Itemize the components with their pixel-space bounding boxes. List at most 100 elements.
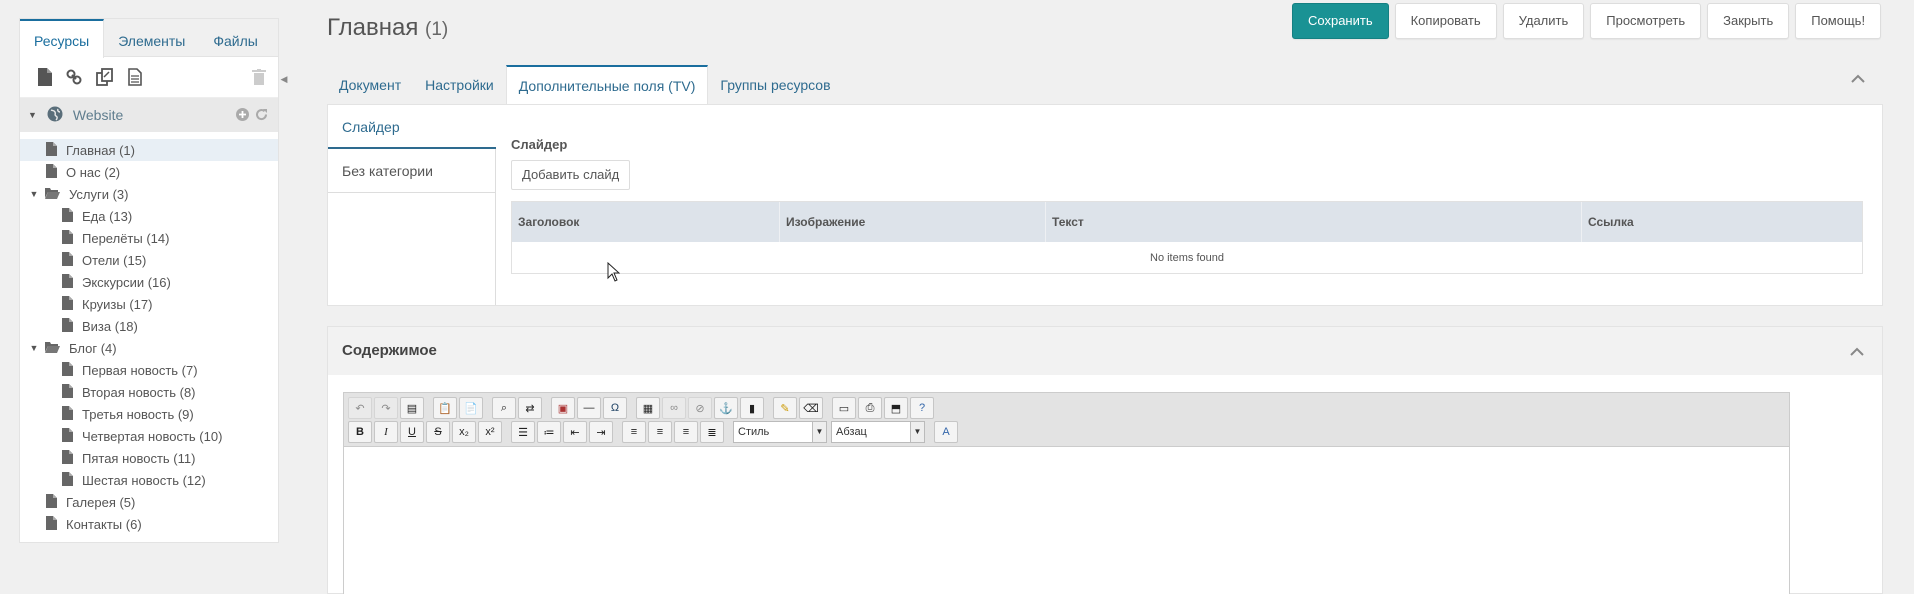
- style-select[interactable]: Стиль ▼: [733, 421, 827, 443]
- tree-node[interactable]: Еда (13): [20, 205, 278, 227]
- bold-icon[interactable]: B: [348, 421, 372, 443]
- tree-node[interactable]: Первая новость (7): [20, 359, 278, 381]
- indent-icon[interactable]: ⇥: [589, 421, 613, 443]
- select-all-icon[interactable]: ▤: [400, 397, 424, 419]
- add-resource-icon[interactable]: [236, 108, 249, 124]
- new-document-icon[interactable]: [38, 68, 52, 86]
- content-header[interactable]: Содержимое: [328, 327, 1882, 375]
- code-icon[interactable]: ▭: [832, 397, 856, 419]
- trash-icon[interactable]: [252, 69, 266, 86]
- help-icon[interactable]: ?: [910, 397, 934, 419]
- tree-node[interactable]: Третья новость (9): [20, 403, 278, 425]
- insert-image-icon[interactable]: ▦: [636, 397, 660, 419]
- tab-elements[interactable]: Элементы: [104, 19, 199, 56]
- help-button[interactable]: Помощь!: [1795, 3, 1882, 39]
- tab-resources[interactable]: Ресурсы: [20, 19, 105, 58]
- underline-icon[interactable]: U: [400, 421, 424, 443]
- editor-body[interactable]: [344, 447, 1789, 594]
- refresh-icon[interactable]: [255, 108, 268, 124]
- tree-node[interactable]: Экскурсии (16): [20, 271, 278, 293]
- remove-format-icon[interactable]: ⌫: [799, 397, 823, 419]
- tree-node[interactable]: О нас (2): [20, 161, 278, 183]
- subscript-icon[interactable]: x₂: [452, 421, 476, 443]
- align-left-icon[interactable]: ≡: [622, 421, 646, 443]
- tab-document[interactable]: Документ: [327, 65, 413, 105]
- expand-caret-icon[interactable]: ▼: [29, 343, 39, 353]
- tab-settings[interactable]: Настройки: [413, 65, 506, 105]
- italic-icon[interactable]: I: [374, 421, 398, 443]
- fullscreen-icon[interactable]: ⬒: [884, 397, 908, 419]
- horizontal-rule-icon[interactable]: —: [577, 397, 601, 419]
- tree-node[interactable]: Отели (15): [20, 249, 278, 271]
- bullet-list-icon[interactable]: ☰: [511, 421, 535, 443]
- tree-folder[interactable]: ▼ Услуги (3): [20, 183, 278, 205]
- anchor-icon[interactable]: ⚓: [714, 397, 738, 419]
- column-header-title[interactable]: Заголовок: [512, 202, 780, 242]
- superscript-icon[interactable]: x²: [478, 421, 502, 443]
- align-center-icon[interactable]: ≡: [648, 421, 672, 443]
- column-header-image[interactable]: Изображение: [780, 202, 1046, 242]
- special-char-icon[interactable]: Ω: [603, 397, 627, 419]
- slides-grid: Заголовок Изображение Текст Ссылка No it…: [511, 201, 1863, 274]
- save-button[interactable]: Сохранить: [1292, 3, 1389, 39]
- static-resource-icon[interactable]: [128, 68, 142, 86]
- tab-resource-groups[interactable]: Группы ресурсов: [708, 65, 842, 105]
- align-justify-icon[interactable]: ≣: [700, 421, 724, 443]
- tree-node[interactable]: Перелёты (14): [20, 227, 278, 249]
- tree-node[interactable]: Круизы (17): [20, 293, 278, 315]
- replace-icon[interactable]: ⇄: [518, 397, 542, 419]
- preview-button[interactable]: Просмотреть: [1590, 3, 1702, 39]
- image-icon[interactable]: ▣: [551, 397, 575, 419]
- paste-word-icon[interactable]: 📄: [459, 397, 483, 419]
- tv-category-slider[interactable]: Слайдер: [328, 105, 496, 149]
- column-header-text[interactable]: Текст: [1046, 202, 1582, 242]
- document-icon: [62, 383, 73, 401]
- redo-icon[interactable]: ↷: [374, 397, 398, 419]
- strikethrough-icon[interactable]: S: [426, 421, 450, 443]
- unlink-icon[interactable]: ⊘: [688, 397, 712, 419]
- tree-folder[interactable]: ▼ Блог (4): [20, 337, 278, 359]
- collapse-caret-icon[interactable]: ▼: [28, 110, 37, 120]
- format-select[interactable]: Абзац ▼: [831, 421, 925, 443]
- tree-node[interactable]: Галерея (5): [20, 491, 278, 513]
- add-slide-button[interactable]: Добавить слайд: [511, 160, 631, 190]
- paste-text-icon[interactable]: 📋: [433, 397, 457, 419]
- tab-tvs[interactable]: Дополнительные поля (TV): [505, 65, 709, 106]
- tree-node[interactable]: Шестая новость (12): [20, 469, 278, 491]
- context-root-website[interactable]: ▼ Website: [20, 98, 278, 132]
- context-actions: [236, 108, 268, 124]
- tab-files[interactable]: Файлы: [199, 19, 271, 56]
- tree-node[interactable]: Виза (18): [20, 315, 278, 337]
- modx-link-icon[interactable]: A: [934, 421, 958, 443]
- delete-button[interactable]: Удалить: [1502, 3, 1585, 39]
- numbered-list-icon[interactable]: ≔: [537, 421, 561, 443]
- outdent-icon[interactable]: ⇤: [563, 421, 587, 443]
- document-icon: [62, 295, 73, 313]
- document-icon: [62, 229, 73, 247]
- find-icon[interactable]: ⌕: [492, 397, 516, 419]
- sidebar-collapse-handle[interactable]: ◀: [279, 64, 289, 94]
- media-icon[interactable]: ▮: [740, 397, 764, 419]
- expand-caret-icon[interactable]: ▼: [29, 189, 39, 199]
- undo-icon[interactable]: ↶: [348, 397, 372, 419]
- tree-node[interactable]: Четвертая новость (10): [20, 425, 278, 447]
- collapse-content-chevron-icon[interactable]: [1850, 345, 1864, 360]
- tree-node[interactable]: Пятая новость (11): [20, 447, 278, 469]
- tree-node[interactable]: Главная (1): [20, 139, 278, 161]
- tree-node-label: Перелёты (14): [82, 230, 170, 246]
- tree-node[interactable]: Контакты (6): [20, 513, 278, 535]
- align-right-icon[interactable]: ≡: [674, 421, 698, 443]
- tv-category-uncategorized[interactable]: Без категории: [328, 149, 495, 193]
- collapse-tabs-chevron-icon[interactable]: [1851, 72, 1865, 87]
- tree-node-label: Пятая новость (11): [82, 450, 196, 466]
- link-icon[interactable]: ∞: [662, 397, 686, 419]
- tree-node[interactable]: Вторая новость (8): [20, 381, 278, 403]
- symlink-icon[interactable]: [96, 68, 114, 86]
- column-header-link[interactable]: Ссылка: [1582, 202, 1862, 242]
- duplicate-button[interactable]: Копировать: [1394, 3, 1497, 39]
- highlight-icon[interactable]: ✎: [773, 397, 797, 419]
- close-button[interactable]: Закрыть: [1707, 3, 1790, 39]
- weblink-icon[interactable]: [66, 69, 82, 85]
- content-panel: Содержимое ↶ ↷ ▤ 📋 📄 ⌕ ⇄ ▣ — Ω ▦ ∞ ⊘ ⚓ ▮…: [327, 326, 1883, 594]
- print-icon[interactable]: ⎙: [858, 397, 882, 419]
